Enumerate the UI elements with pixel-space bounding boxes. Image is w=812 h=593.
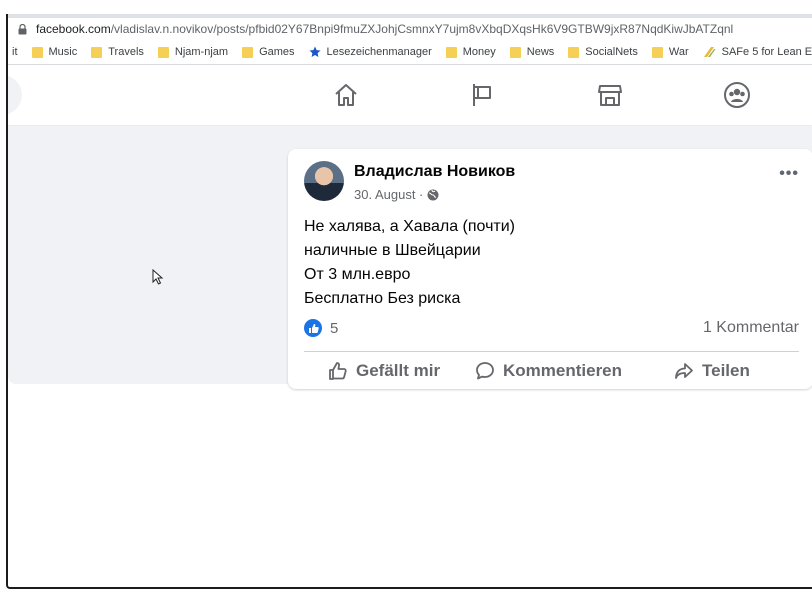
folder-icon (31, 46, 43, 58)
thumbs-up-icon (329, 362, 347, 380)
reaction-summary[interactable]: 5 (304, 319, 338, 337)
like-reaction-icon (304, 319, 322, 337)
star-icon (309, 46, 321, 58)
groups-icon[interactable] (721, 79, 753, 111)
bookmark-lesezeichenmanager[interactable]: Lesezeichenmanager (309, 46, 432, 58)
avatar[interactable] (304, 161, 344, 201)
bookmark-label: Travels (108, 46, 144, 58)
bookmark-label: Lesezeichenmanager (326, 46, 432, 58)
folder-icon (445, 46, 457, 58)
globe-icon (427, 189, 439, 201)
folder-icon (509, 46, 521, 58)
bookmark-label: SocialNets (585, 46, 638, 58)
bookmarks-bar: it Music Travels Njam-njam Games Lesezei… (8, 40, 812, 65)
marketplace-icon[interactable] (594, 79, 626, 111)
address-bar[interactable]: facebook.com/vladislav.n.novikov/posts/p… (8, 18, 812, 40)
share-button[interactable]: Teilen (674, 361, 750, 381)
bookmark-partial[interactable]: it (12, 46, 18, 58)
bookmark-games[interactable]: Games (242, 46, 295, 58)
folder-icon (242, 46, 254, 58)
folder-icon (651, 46, 663, 58)
share-icon (675, 363, 693, 379)
bookmark-label: Money (462, 46, 496, 58)
comment-icon (476, 362, 494, 380)
bookmark-travels[interactable]: Travels (91, 46, 144, 58)
bookmark-njam-njam[interactable]: Njam-njam (157, 46, 229, 58)
mouse-cursor-icon (152, 268, 164, 290)
bookmark-socialnets[interactable]: SocialNets (568, 46, 638, 58)
folder-icon (91, 46, 103, 58)
post-line: Не халява, а Хавала (почти) (304, 218, 516, 235)
bookmark-money[interactable]: Money (445, 46, 496, 58)
home-icon[interactable] (330, 79, 362, 111)
post-text: Не халява, а Хавала (почти) наличные в Ш… (304, 215, 515, 311)
folder-icon (157, 46, 169, 58)
like-label: Gefällt mir (356, 361, 441, 380)
facebook-top-nav (8, 65, 812, 125)
bookmark-news[interactable]: News (509, 46, 555, 58)
browser-window: facebook.com/vladislav.n.novikov/posts/p… (6, 14, 812, 589)
flag-icon[interactable] (466, 79, 498, 111)
bookmark-label: News (526, 46, 555, 58)
safe-icon (703, 46, 716, 58)
lock-icon (18, 23, 32, 35)
bookmark-music[interactable]: Music (31, 46, 78, 58)
comment-label: Kommentieren (503, 361, 623, 380)
share-label: Teilen (702, 361, 750, 380)
divider (304, 351, 799, 352)
bookmark-war[interactable]: War (651, 46, 689, 58)
like-count: 5 (330, 319, 339, 337)
post-meta: 30. August · (354, 187, 439, 202)
bookmark-label: Games (259, 46, 295, 58)
post-line: наличные в Швейцарии (304, 242, 481, 259)
bookmark-label: Music (48, 46, 78, 58)
comment-count[interactable]: 1 Kommentar (703, 319, 799, 337)
url-domain: facebook.com (36, 22, 111, 36)
folder-icon (568, 46, 580, 58)
more-options-button[interactable]: ••• (779, 165, 799, 183)
post-line: Бесплатно Без риска (304, 290, 461, 307)
bookmark-safe[interactable]: SAFe 5 for Lean Ent... (703, 46, 812, 58)
search-input[interactable] (8, 75, 22, 115)
bookmark-label: SAFe 5 for Lean Ent... (721, 46, 812, 58)
post-line: От 3 млн.евро (304, 266, 411, 283)
post-date[interactable]: 30. August · (354, 187, 423, 202)
bookmark-label: Njam-njam (174, 46, 229, 58)
bookmark-label: War (668, 46, 689, 58)
post-author[interactable]: Владислав Новиков (354, 163, 515, 181)
post-card: Владислав Новиков 30. August · ••• Не ха… (288, 149, 812, 389)
comment-button[interactable]: Kommentieren (475, 361, 622, 381)
url-path: /vladislav.n.novikov/posts/pfbid02Y67Bnp… (110, 22, 734, 36)
like-button[interactable]: Gefällt mir (328, 361, 440, 381)
